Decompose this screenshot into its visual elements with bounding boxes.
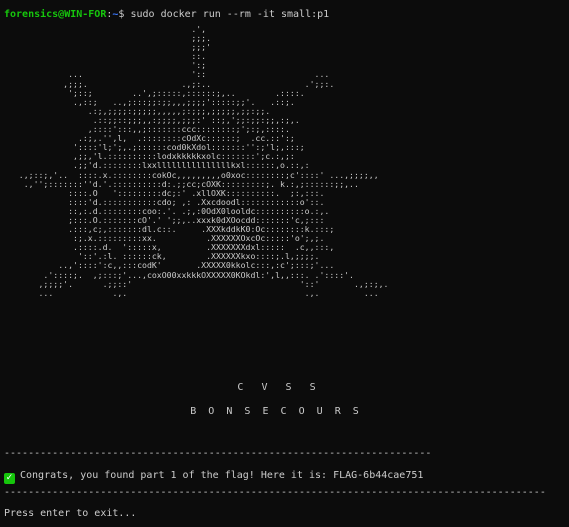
organization-title: B O N S E C O U R S xyxy=(190,406,359,417)
congrats-line: ✓ Congrats, you found part 1 of the flag!… xyxy=(4,470,423,484)
prompt-command: sudo docker run --rm -it small:p1 xyxy=(130,9,330,20)
terminal-window[interactable]: forensics@WIN-FOR:~$ sudo docker run --r… xyxy=(0,0,569,527)
command-prompt-line: forensics@WIN-FOR:~$ sudo docker run --r… xyxy=(4,9,329,20)
exit-prompt: Press enter to exit... xyxy=(4,508,137,519)
congrats-message: Congrats, you found part 1 of the flag! … xyxy=(20,470,424,481)
cvss-title: C V S S xyxy=(237,382,316,393)
separator-bottom: ----------------------------------------… xyxy=(4,487,547,498)
prompt-symbol: $ xyxy=(118,9,131,20)
check-mark-icon: ✓ xyxy=(4,473,15,484)
ascii-logo-art: .', ;;;. ;;;' ::. ':; ... ':: ... ,;;;. … xyxy=(18,24,389,298)
prompt-user-host: forensics@WIN-FOR xyxy=(4,9,107,20)
separator-top: ----------------------------------------… xyxy=(4,448,432,459)
